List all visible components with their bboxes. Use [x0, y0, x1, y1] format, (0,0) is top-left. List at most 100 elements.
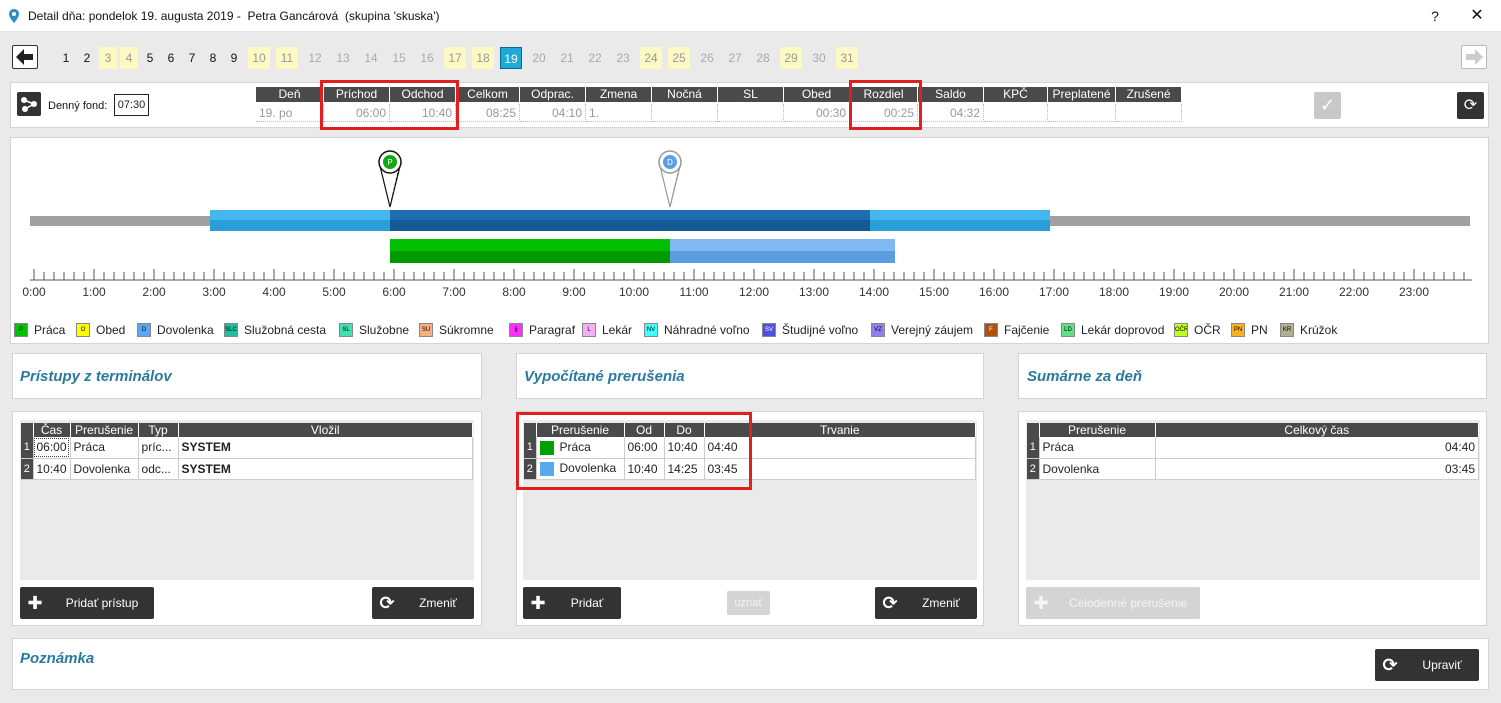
col-interrupt[interactable]: Prerušenie: [70, 423, 139, 437]
day-15[interactable]: 15: [388, 47, 410, 69]
network-icon[interactable]: [17, 92, 41, 116]
legend-swatch: NV: [644, 323, 658, 337]
day-20[interactable]: 20: [528, 47, 550, 69]
marker-letter: D: [667, 158, 673, 167]
summary-header-5: Zmena: [586, 87, 652, 102]
table-row[interactable]: 1 Práca 04:40: [1027, 437, 1479, 459]
day-30[interactable]: 30: [808, 47, 830, 69]
legend-label: Služobná cesta: [244, 323, 327, 337]
refresh-icon: ⟳: [1463, 97, 1478, 114]
table-row[interactable]: 1 06:00 Práca príc... SYSTEM: [21, 437, 474, 459]
note-title: Poznámka: [20, 650, 95, 667]
summary-header-3: Celkom: [456, 87, 520, 102]
day-23[interactable]: 23: [612, 47, 634, 69]
table-row[interactable]: 2 Dovolenka 03:45: [1027, 458, 1479, 480]
interruption-bar: [390, 239, 671, 251]
hour-label: 2:00: [142, 285, 166, 299]
daily-fund-field[interactable]: 07:30: [114, 94, 149, 116]
hour-label: 16:00: [979, 285, 1009, 299]
change-interruption-button[interactable]: ⟳ Zmeniť: [875, 587, 977, 619]
confirm-button[interactable]: ✓: [1314, 92, 1341, 119]
legend-label: Krúžok: [1300, 323, 1338, 337]
table-row[interactable]: 2 Dovolenka 10:40 14:25 03:45: [524, 458, 976, 480]
day-31[interactable]: 31: [836, 47, 858, 69]
arrow-left-icon: [16, 49, 33, 65]
summary-value-12: [1048, 104, 1116, 122]
day-29[interactable]: 29: [780, 47, 802, 69]
hour-label: 13:00: [799, 285, 829, 299]
next-day-button[interactable]: [1461, 45, 1487, 69]
day-9[interactable]: 9: [225, 47, 243, 69]
legend-item: SU Súkromne: [419, 322, 494, 338]
day-13[interactable]: 13: [332, 47, 354, 69]
hour-label: 6:00: [382, 285, 406, 299]
daily-title: Sumárne za deň: [1027, 368, 1143, 385]
day-10[interactable]: 10: [248, 47, 270, 69]
summary-value-2: 10:40: [390, 104, 456, 122]
legend-item: KR Krúžok: [1280, 322, 1337, 338]
close-button[interactable]: ✕: [1462, 4, 1492, 28]
day-11[interactable]: 11: [276, 47, 298, 69]
summary-value-1: 06:00: [324, 104, 390, 122]
col-to[interactable]: Do: [664, 423, 705, 437]
previous-day-button[interactable]: [12, 45, 38, 69]
day-24[interactable]: 24: [640, 47, 662, 69]
table-row[interactable]: 1 Práca 06:00 10:40 04:40: [524, 437, 976, 459]
day-8[interactable]: 8: [204, 47, 222, 69]
day-1[interactable]: 1: [57, 47, 75, 69]
day-27[interactable]: 27: [724, 47, 746, 69]
day-6[interactable]: 6: [162, 47, 180, 69]
help-button[interactable]: ?: [1420, 4, 1450, 28]
summary-value-10: 04:32: [918, 104, 984, 122]
hour-label: 11:00: [679, 285, 708, 299]
legend-item: O Obed: [76, 322, 125, 338]
day-2[interactable]: 2: [78, 47, 96, 69]
day-21[interactable]: 21: [556, 47, 578, 69]
computed-title: Vypočítané prerušenia: [524, 368, 685, 385]
accept-button[interactable]: uznať: [727, 591, 770, 615]
day-22[interactable]: 22: [584, 47, 606, 69]
plus-icon: ✚: [1033, 592, 1049, 613]
add-interruption-button[interactable]: ✚ Pridať: [523, 587, 621, 619]
day-14[interactable]: 14: [360, 47, 382, 69]
hour-label: 0:00: [22, 285, 46, 299]
day-4[interactable]: 4: [120, 47, 138, 69]
refresh-button[interactable]: ⟳: [1457, 92, 1484, 119]
day-28[interactable]: 28: [752, 47, 774, 69]
col-duration[interactable]: Trvanie: [704, 423, 976, 437]
col-from[interactable]: Od: [624, 423, 665, 437]
day-5[interactable]: 5: [141, 47, 159, 69]
summary-header-4: Odprac.: [520, 87, 586, 102]
col-total-time[interactable]: Celkový čas: [1155, 423, 1479, 437]
day-19[interactable]: 19: [500, 47, 522, 69]
legend-swatch: VZ: [871, 323, 885, 337]
day-7[interactable]: 7: [183, 47, 201, 69]
legend-swatch: SU: [419, 323, 433, 337]
edit-note-button[interactable]: ⟳ Upraviť: [1375, 649, 1479, 681]
col-inserted-by[interactable]: Vložil: [178, 423, 474, 437]
fullday-interruption-button[interactable]: ✚ Celodenné prerušenie: [1026, 587, 1200, 619]
summary-value-6: [652, 104, 718, 122]
legend-swatch: P: [14, 323, 28, 337]
change-access-button[interactable]: ⟳ Zmeniť: [372, 587, 474, 619]
day-3[interactable]: 3: [99, 47, 117, 69]
day-26[interactable]: 26: [696, 47, 718, 69]
col-time[interactable]: Čas: [33, 423, 71, 437]
day-18[interactable]: 18: [472, 47, 494, 69]
day-16[interactable]: 16: [416, 47, 438, 69]
legend-label: Verejný záujem: [891, 323, 974, 337]
legend-swatch: SV: [762, 323, 776, 337]
table-row[interactable]: 2 10:40 Dovolenka odc... SYSTEM: [21, 458, 474, 480]
col-interrupt[interactable]: Prerušenie: [536, 423, 625, 437]
add-access-button[interactable]: ✚ Pridať prístup: [20, 587, 154, 619]
legend-label: Súkromne: [439, 323, 494, 337]
color-swatch: [539, 461, 554, 476]
day-12[interactable]: 12: [304, 47, 326, 69]
col-interrupt[interactable]: Prerušenie: [1039, 423, 1156, 437]
legend-item: D Dovolenka: [137, 322, 214, 338]
day-25[interactable]: 25: [668, 47, 690, 69]
summary-header-2: Odchod: [390, 87, 456, 102]
interruption-bar: [670, 239, 896, 251]
day-17[interactable]: 17: [444, 47, 466, 69]
col-type[interactable]: Typ: [138, 423, 179, 437]
